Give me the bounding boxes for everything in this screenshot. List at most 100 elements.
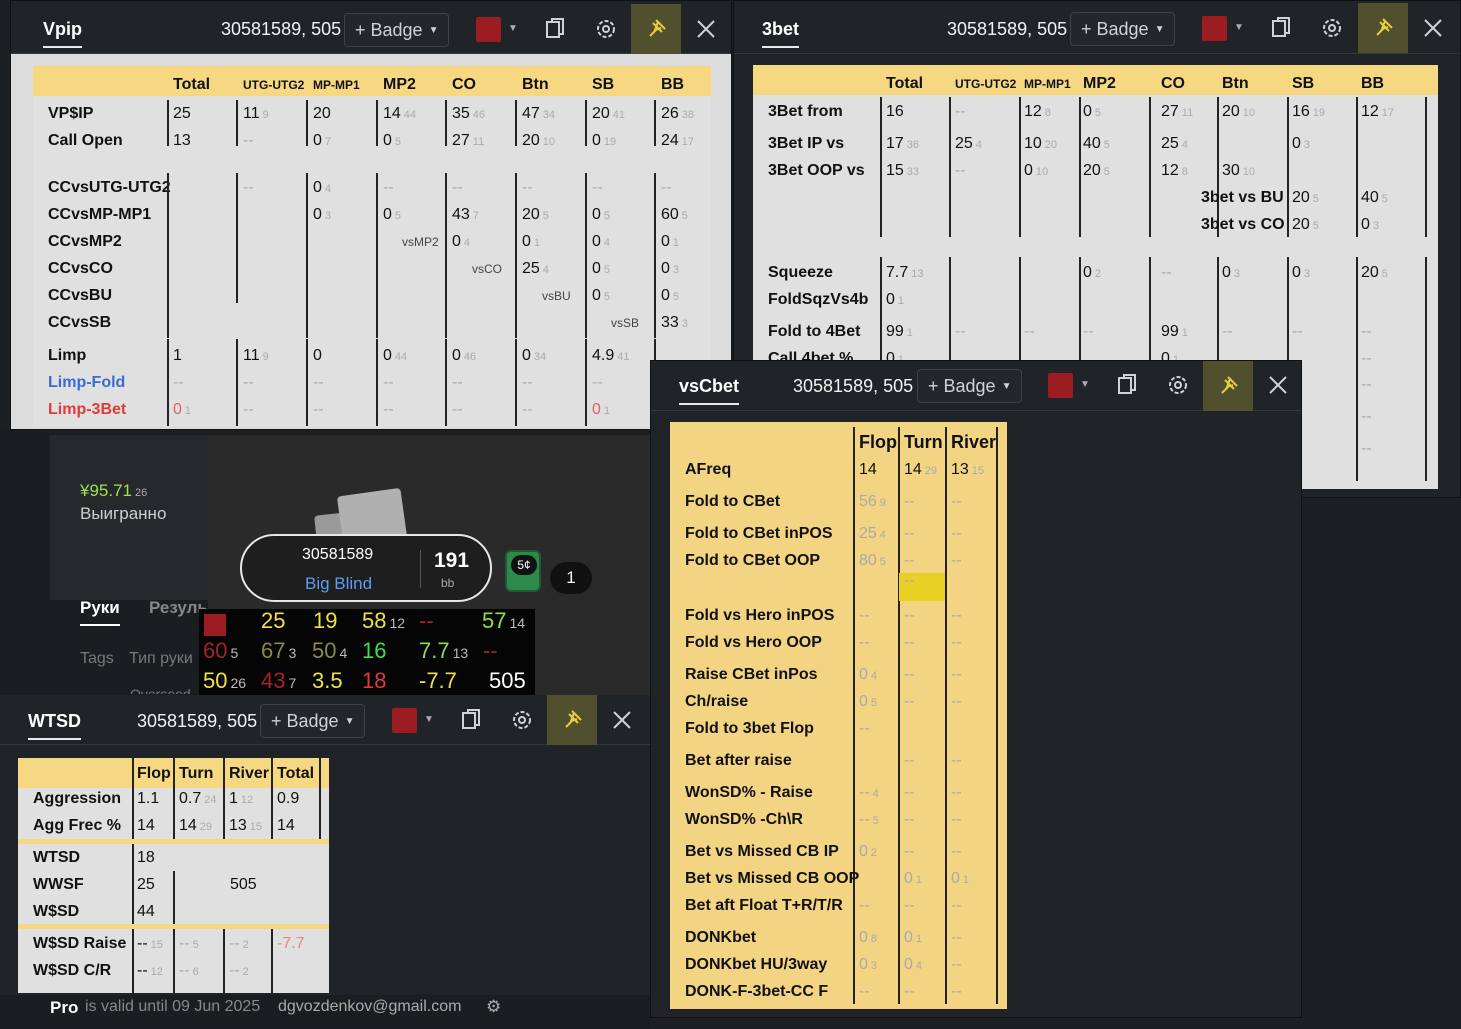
stat-value: -- 15 xyxy=(137,934,163,955)
tags-filter[interactable]: Tags xyxy=(80,650,114,668)
copy-icon[interactable] xyxy=(541,14,571,44)
window-title[interactable]: 3bet xyxy=(762,19,800,48)
close-icon[interactable] xyxy=(607,705,637,735)
close-icon[interactable] xyxy=(691,14,721,44)
tab-hands[interactable]: Руки xyxy=(80,598,120,626)
stat-sample: 4 xyxy=(870,670,878,682)
chevron-down-icon[interactable]: ▼ xyxy=(508,23,518,34)
stat-value: 56 9 xyxy=(859,492,886,513)
stat-value: -- xyxy=(904,665,915,685)
hud-stat[interactable]: -7.7 xyxy=(419,670,457,692)
stat-main: 0 xyxy=(522,233,531,250)
gear-icon[interactable] xyxy=(507,705,537,735)
hud-stat[interactable]: 67 3 xyxy=(261,640,296,663)
hud-stat[interactable]: 60 5 xyxy=(203,640,239,663)
stat-value: 0 19 xyxy=(592,131,616,152)
stat-main: 1.1 xyxy=(137,790,160,807)
chevron-down-icon[interactable]: ▼ xyxy=(424,714,434,725)
stat-sample: 5 xyxy=(603,210,611,222)
column-divider xyxy=(306,173,308,338)
copy-icon[interactable] xyxy=(1267,13,1297,43)
hud-stat[interactable]: -- xyxy=(419,610,434,632)
gear-icon[interactable] xyxy=(591,14,621,44)
stat-sample: 4 xyxy=(915,960,923,972)
stat-value: 26 38 xyxy=(661,104,694,125)
column-header: Turn xyxy=(904,432,943,452)
stat-main: -- xyxy=(592,374,603,391)
hud-stat[interactable]: 57 14 xyxy=(482,610,525,633)
hidden-row: Overseed xyxy=(130,686,191,694)
close-icon[interactable] xyxy=(1418,13,1448,43)
stat-main: -- xyxy=(904,552,915,569)
hud-stat[interactable]: 7.7 13 xyxy=(419,640,468,663)
add-badge-button[interactable]: + Badge ▼ xyxy=(344,13,450,47)
hud-stat-value: 43 xyxy=(261,668,286,693)
stat-value: -- 4 xyxy=(859,783,879,804)
gear-icon[interactable] xyxy=(1317,13,1347,43)
column-divider xyxy=(223,758,225,839)
stat-sample: 1 xyxy=(906,327,913,339)
hud-stat[interactable]: 43 7 xyxy=(261,668,297,693)
hud-stat[interactable]: 505 xyxy=(489,670,526,692)
stat-main: 12 xyxy=(1361,103,1379,120)
stat-main: 4.9 xyxy=(592,347,615,364)
color-swatch[interactable] xyxy=(392,708,417,733)
stat-sample: 4 xyxy=(879,529,886,541)
player-hud[interactable]: 25 19 58 12 -- 57 14 60 5 67 3 50 4 16 7.7 13 -- 50 26 43 7 3… xyxy=(199,609,535,697)
hud-stat[interactable]: 25 xyxy=(261,610,285,632)
hand-type-filter[interactable]: Тип руки xyxy=(129,650,193,668)
chevron-down-icon[interactable]: ▼ xyxy=(1234,22,1244,33)
pin-button[interactable] xyxy=(1203,361,1253,411)
account-email[interactable]: dgvozdenkov@gmail.com xyxy=(278,998,461,1016)
stat-value: -- xyxy=(592,373,603,393)
row-label: DONKbet xyxy=(685,929,757,946)
hud-stat-sample: 5 xyxy=(230,645,239,661)
stat-sample: 44 xyxy=(403,109,417,121)
add-badge-button[interactable]: + Badge ▼ xyxy=(917,369,1023,403)
hud-stat[interactable]: 19 xyxy=(313,610,337,632)
stat-main: 25 xyxy=(955,135,973,152)
player-seat[interactable]: 30581589 Big Blind 191 bb xyxy=(240,534,492,602)
hud-stat[interactable]: 50 4 xyxy=(312,640,347,663)
stat-value: 04 xyxy=(452,232,470,253)
row-label: WonSD% -Ch\R xyxy=(685,811,803,828)
window-title[interactable]: WTSD xyxy=(28,711,81,740)
add-badge-button[interactable]: + Badge ▼ xyxy=(260,704,366,738)
stat-main: -- xyxy=(243,132,254,149)
stat-main: 0 xyxy=(886,291,895,308)
close-icon[interactable] xyxy=(1263,370,1293,400)
color-swatch[interactable] xyxy=(476,17,501,42)
pin-button[interactable] xyxy=(1358,3,1408,53)
hud-stat[interactable]: 16 xyxy=(362,640,386,662)
hud-stat-sample: 7 xyxy=(288,675,297,691)
chevron-down-icon[interactable]: ▼ xyxy=(1080,379,1090,390)
stat-value: 01 xyxy=(951,869,969,890)
stat-main: -- xyxy=(522,179,533,196)
stat-value: 20 5 xyxy=(1292,215,1319,236)
hud-stat[interactable]: -- xyxy=(483,640,498,662)
gear-icon[interactable]: ⚙ xyxy=(486,997,501,1017)
hud-stat[interactable]: 18 xyxy=(362,670,386,692)
pin-button[interactable] xyxy=(631,4,681,54)
stat-sample: 12 xyxy=(150,966,163,978)
hud-stat[interactable]: 50 26 xyxy=(203,670,246,693)
window-title[interactable]: vsCbet xyxy=(679,376,740,405)
pin-button[interactable] xyxy=(547,695,597,745)
stat-sample: 5 xyxy=(1381,193,1388,205)
hud-stat[interactable]: 3.5 xyxy=(312,670,343,692)
color-swatch[interactable] xyxy=(1202,16,1227,41)
stat-sample: 2 xyxy=(242,966,249,978)
copy-icon[interactable] xyxy=(457,705,487,735)
copy-icon[interactable] xyxy=(1113,370,1143,400)
stat-value: 25 xyxy=(137,876,155,893)
add-badge-button[interactable]: + Badge ▼ xyxy=(1070,12,1176,46)
color-swatch[interactable] xyxy=(1048,373,1073,398)
stat-main: 0 xyxy=(951,870,960,887)
stat-value: 60 5 xyxy=(661,205,688,226)
gear-icon[interactable] xyxy=(1163,370,1193,400)
row-label: AFreq xyxy=(685,461,732,478)
hud-stat[interactable]: 58 12 xyxy=(362,610,405,633)
window-title[interactable]: Vpip xyxy=(43,19,82,48)
stat-main: 80 xyxy=(859,552,877,569)
column-header: UTG-UTG2 xyxy=(955,77,1017,91)
